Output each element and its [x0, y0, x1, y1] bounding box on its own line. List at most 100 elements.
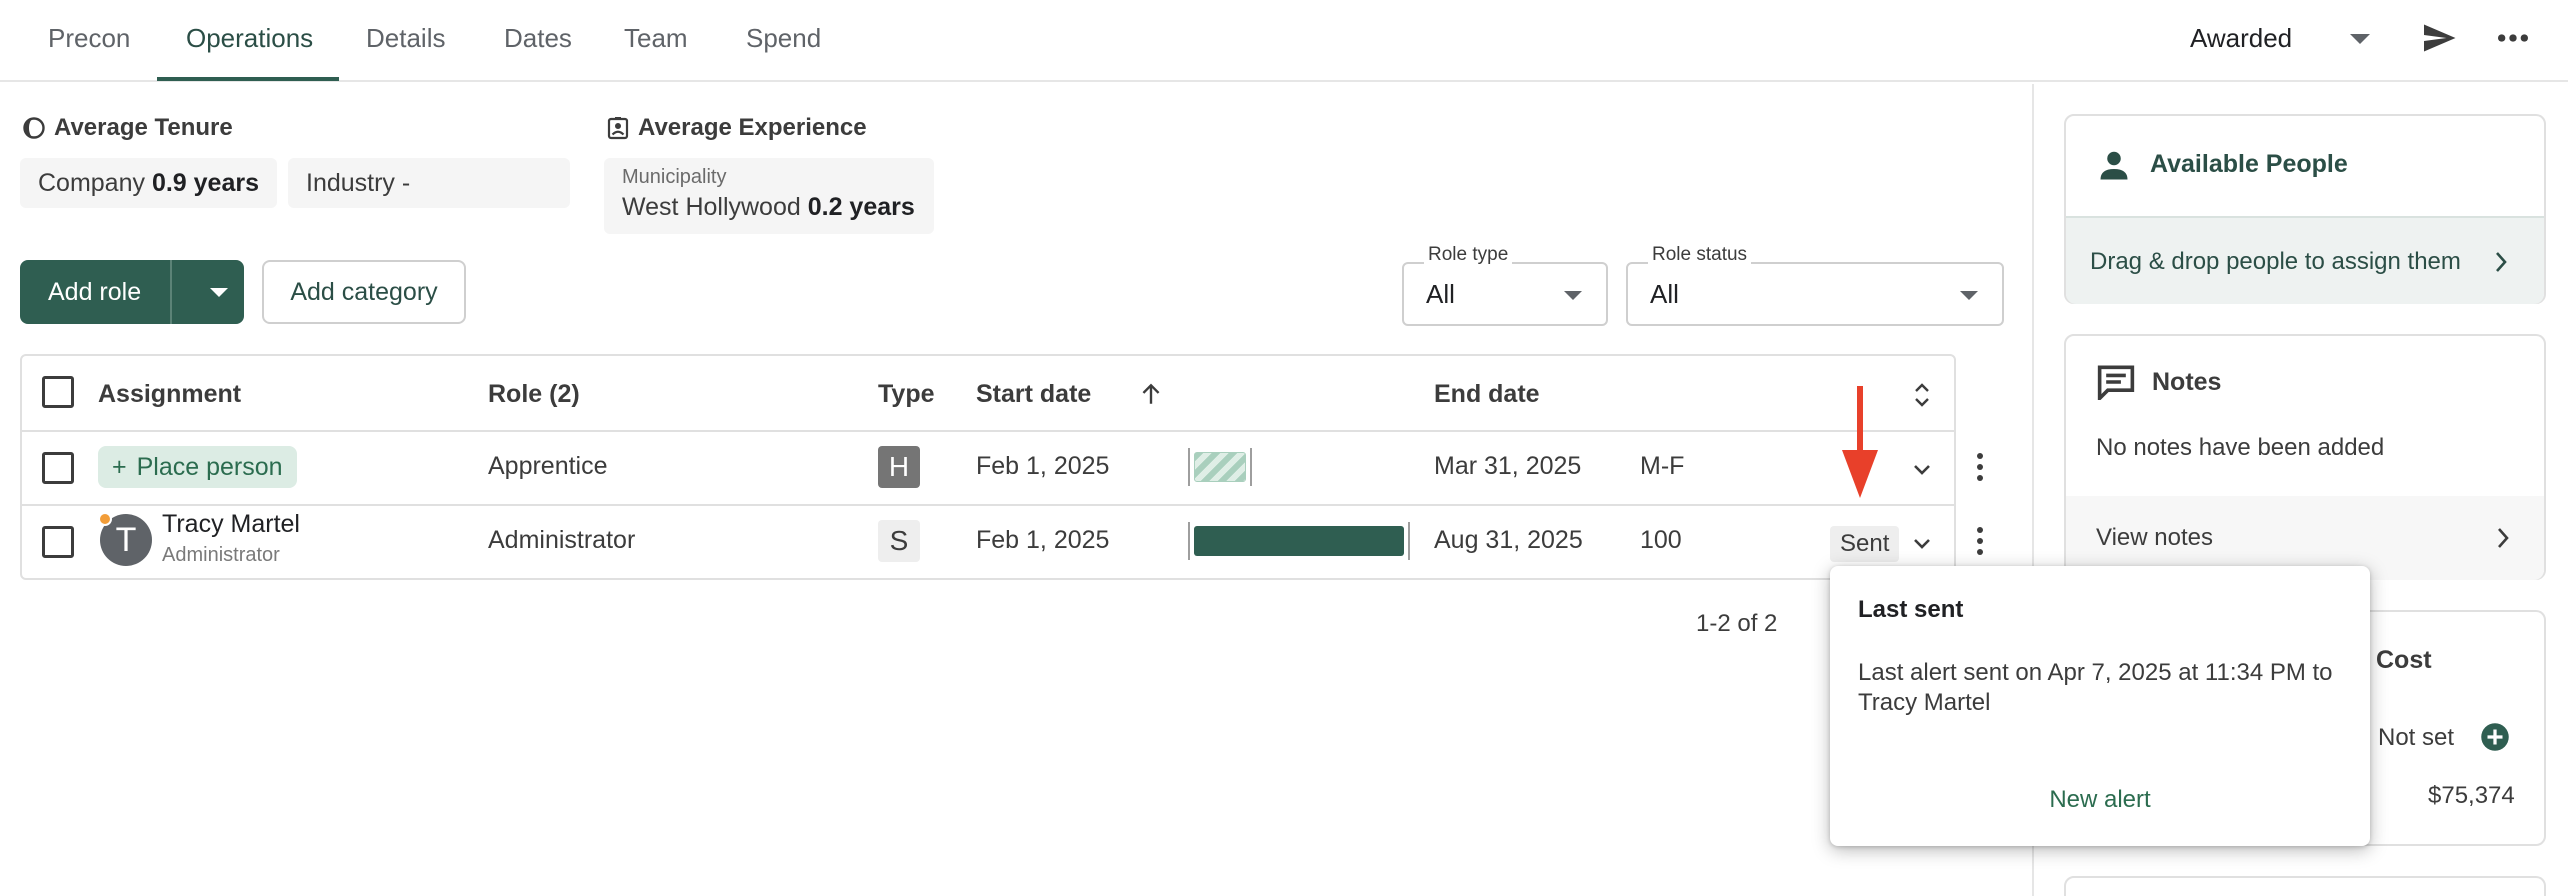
split-divider [170, 260, 172, 324]
cost-not-set: Not set [2378, 724, 2455, 751]
caret-down-icon[interactable] [2350, 34, 2370, 44]
cost-amount: $75,374 [2428, 782, 2515, 809]
industry-label: Industry [306, 169, 395, 197]
municipality-label: Municipality [622, 166, 727, 188]
type-badge: S [878, 520, 920, 562]
table-header-row: Assignment Role (2) Type Start date End … [22, 356, 1954, 432]
row-checkbox[interactable] [42, 452, 74, 484]
tab-dates[interactable]: Dates [474, 0, 602, 82]
date-range-bar [1188, 448, 1252, 486]
available-people-card: Available People Drag & drop people to a… [2064, 114, 2546, 304]
assignee-name[interactable]: Tracy Martel [162, 510, 300, 539]
municipality-experience-chip: Municipality West Hollywood 0.2 years [604, 158, 934, 234]
role-type-value: All [1426, 279, 1455, 309]
start-date-column-header[interactable]: Start date [976, 356, 1091, 432]
assignee-subtitle: Administrator [162, 544, 280, 566]
chevron-down-icon[interactable] [1912, 536, 1932, 550]
schedule-cell: 100 [1640, 526, 1682, 554]
role-type-label: Role type [1424, 244, 1513, 266]
plus-circle-icon[interactable] [2480, 722, 2510, 752]
tab-precon[interactable]: Precon [18, 0, 160, 82]
notes-card: Notes No notes have been added View note… [2064, 334, 2546, 580]
kebab-icon[interactable] [1976, 452, 1984, 482]
select-all-checkbox[interactable] [42, 376, 74, 408]
more-icon[interactable] [2496, 25, 2530, 51]
role-status-label: Role status [1648, 244, 1752, 266]
last-sent-popover: Last sent Last alert sent on Apr 7, 2025… [1830, 566, 2370, 846]
end-date-cell[interactable]: Aug 31, 2025 [1434, 526, 1583, 555]
chevron-right-icon [2496, 252, 2507, 272]
tenure-heading-label: Average Tenure [54, 114, 233, 141]
project-status-select[interactable]: Awarded [2190, 0, 2292, 76]
add-role-split-button: Add role [20, 260, 244, 324]
role-status-value: All [1650, 279, 1679, 309]
experience-heading-label: Average Experience [638, 114, 867, 141]
place-person-label: Place person [136, 453, 283, 481]
person-icon [2100, 151, 2128, 180]
start-date-cell[interactable]: Feb 1, 2025 [976, 526, 1109, 555]
chevron-right-icon [2498, 528, 2509, 548]
start-date-cell[interactable]: Feb 1, 2025 [976, 452, 1109, 481]
status-badge[interactable]: Sent [1830, 526, 1900, 562]
notes-icon [2097, 365, 2135, 400]
add-role-menu-caret-icon[interactable] [210, 288, 228, 297]
schedule-cell: M-F [1640, 452, 1685, 480]
cost-title: Cost [2376, 646, 2432, 674]
presence-dot [98, 512, 112, 526]
roles-table: Assignment Role (2) Type Start date End … [20, 354, 1956, 580]
role-type-select[interactable]: Role type All [1402, 244, 1608, 326]
end-date-cell[interactable]: Mar 31, 2025 [1434, 452, 1581, 481]
add-category-button[interactable]: Add category [262, 260, 466, 324]
role-cell: Administrator [488, 526, 636, 554]
municipality-value-line: West Hollywood 0.2 years [622, 193, 916, 222]
tab-operations[interactable]: Operations [156, 0, 343, 82]
role-column-header[interactable]: Role (2) [488, 356, 580, 432]
available-people-title: Available People [2150, 150, 2348, 178]
new-alert-button[interactable]: New alert [1830, 786, 2370, 814]
tab-spend[interactable]: Spend [716, 0, 851, 82]
assignment-column-header[interactable]: Assignment [98, 356, 241, 432]
tab-team[interactable]: Team [594, 0, 718, 82]
experience-icon [607, 117, 629, 140]
top-tab-bar: Precon Operations Details Dates Team Spe… [0, 0, 2568, 82]
send-icon[interactable] [2418, 20, 2460, 56]
popover-body: Last alert sent on Apr 7, 2025 at 11:34 … [1858, 659, 2333, 716]
average-tenure-heading: Average Tenure [22, 114, 233, 142]
company-label: Company [38, 169, 145, 197]
kebab-icon[interactable] [1976, 526, 1984, 556]
pagination-label: 1-2 of 2 [1696, 610, 1778, 637]
company-tenure-value: 0.9 years [151, 169, 259, 197]
type-badge: H [878, 446, 920, 488]
place-person-button[interactable]: + Place person [98, 446, 297, 488]
tab-details[interactable]: Details [336, 0, 475, 82]
notes-title: Notes [2152, 368, 2222, 396]
caret-down-icon [1564, 291, 1582, 300]
date-range-bar [1188, 522, 1410, 560]
sort-toggle-icon[interactable] [1912, 380, 1932, 410]
popover-title: Last sent [1858, 596, 1964, 623]
role-status-select[interactable]: Role status All [1626, 244, 2004, 326]
active-tab-indicator [157, 77, 339, 81]
date-range-fill [1194, 452, 1246, 482]
industry-tenure-chip: Industry - [288, 158, 570, 208]
date-range-fill [1194, 526, 1404, 556]
next-card-edge [2064, 876, 2546, 896]
plus-icon: + [112, 453, 127, 481]
arrow-down-icon [1842, 386, 1878, 498]
drag-drop-hint-label: Drag & drop people to assign them [2090, 248, 2461, 275]
industry-tenure-value: - [401, 169, 411, 197]
operations-panel: Average Tenure Company 0.9 years Industr… [0, 84, 2034, 896]
type-column-header[interactable]: Type [878, 356, 935, 432]
sort-up-icon[interactable] [1138, 380, 1164, 408]
chevron-down-icon[interactable] [1912, 462, 1932, 476]
end-date-column-header[interactable]: End date [1434, 356, 1540, 432]
company-tenure-chip: Company 0.9 years [20, 158, 277, 208]
municipality-experience-value: 0.2 years [807, 193, 915, 221]
add-role-button[interactable]: Add role [48, 260, 141, 324]
caret-down-icon [1960, 291, 1978, 300]
table-row: T Tracy Martel Administrator Administrat… [22, 506, 1954, 580]
drag-drop-hint[interactable]: Drag & drop people to assign them [2066, 216, 2544, 304]
row-checkbox[interactable] [42, 526, 74, 558]
tenure-icon [23, 117, 45, 139]
average-experience-heading: Average Experience [606, 114, 867, 142]
